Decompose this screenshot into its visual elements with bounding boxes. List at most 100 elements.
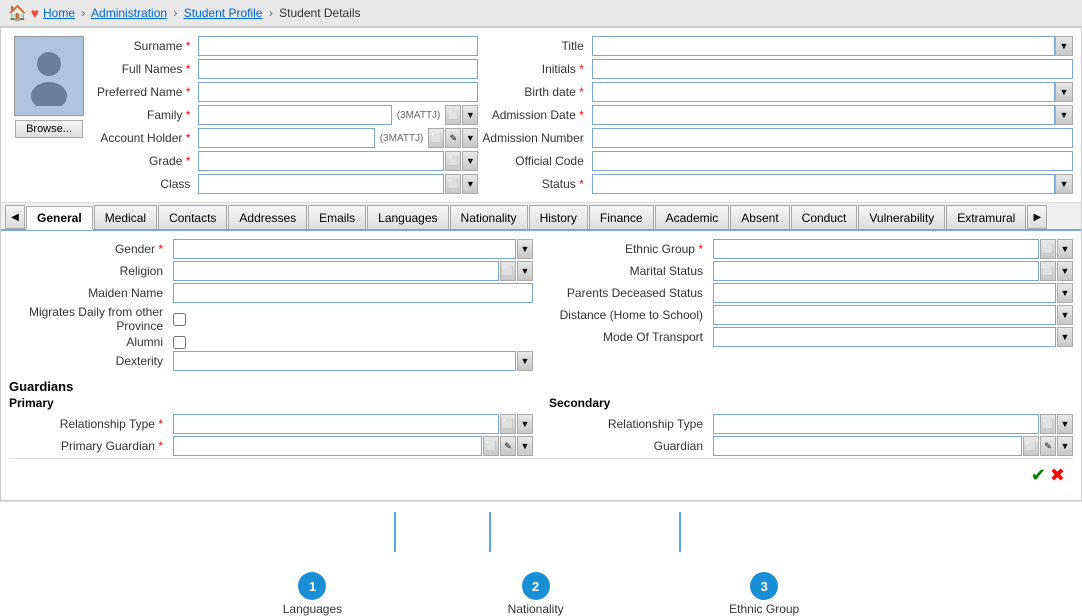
title-field[interactable]: ▼: [592, 36, 1073, 56]
breadcrumb-profile[interactable]: Student Profile: [184, 6, 263, 20]
transport-field[interactable]: ▼: [713, 327, 1073, 347]
tab-conduct[interactable]: Conduct: [791, 205, 858, 229]
distance-dropdown-btn[interactable]: ▼: [1057, 305, 1073, 325]
dexterity-field[interactable]: ▼: [173, 351, 533, 371]
religion-lookup-btn[interactable]: ⬜: [500, 261, 516, 281]
initials-input[interactable]: JH: [592, 59, 1073, 79]
accholder-field[interactable]: (3MATTJ) ⬜ ✎ ▼: [198, 128, 478, 148]
tab-extramural[interactable]: Extramural: [946, 205, 1026, 229]
title-input[interactable]: [592, 36, 1055, 56]
birthdate-input[interactable]: /07/26: [592, 82, 1055, 102]
status-dropdown-btn[interactable]: ▼: [1055, 174, 1073, 194]
accholder-lookup-btn[interactable]: ⬜: [428, 128, 444, 148]
dexterity-input[interactable]: [173, 351, 516, 371]
preferred-field[interactable]: JOHN: [198, 82, 478, 102]
status-input[interactable]: Enrolled: [592, 174, 1055, 194]
tab-medical[interactable]: Medical: [94, 205, 157, 229]
guardian2-input[interactable]: VA: [713, 436, 1022, 456]
status-field[interactable]: Enrolled ▼: [592, 174, 1073, 194]
initials-field[interactable]: JH: [592, 59, 1073, 79]
primary-guardian-input[interactable]: MA: [173, 436, 482, 456]
guardian2-edit-btn[interactable]: ✎: [1040, 436, 1056, 456]
religion-input[interactable]: [173, 261, 499, 281]
reltype2-dropdown-btn[interactable]: ▼: [1057, 414, 1073, 434]
surname-input[interactable]: M: [198, 36, 478, 56]
tab-vulnerability[interactable]: Vulnerability: [858, 205, 945, 229]
breadcrumb-admin[interactable]: Administration: [91, 6, 167, 20]
distance-input[interactable]: [713, 305, 1056, 325]
reltype2-lookup-btn[interactable]: ⬜: [1040, 414, 1056, 434]
primary-guardian-field[interactable]: MA ⬜ ✎ ▼: [173, 436, 533, 456]
class-lookup-btn[interactable]: ⬜: [445, 174, 461, 194]
tab-languages[interactable]: Languages: [367, 205, 448, 229]
maiden-field[interactable]: [173, 283, 533, 303]
marital-lookup-btn[interactable]: ⬜: [1040, 261, 1056, 281]
fullnames-field[interactable]: [198, 59, 478, 79]
browse-button[interactable]: Browse...: [15, 120, 83, 138]
reltype-input[interactable]: FATHER: [173, 414, 499, 434]
cancel-button[interactable]: ✖: [1050, 465, 1065, 486]
reltype-field[interactable]: FATHER ⬜ ▼: [173, 414, 533, 434]
parents-dec-input[interactable]: [713, 283, 1056, 303]
breadcrumb-home[interactable]: Home: [43, 6, 75, 20]
grade-dropdown-btn[interactable]: ▼: [462, 151, 478, 171]
admnum-input[interactable]: [592, 128, 1073, 148]
birthdate-field[interactable]: /07/26 ▼: [592, 82, 1073, 102]
tab-absent[interactable]: Absent: [730, 205, 789, 229]
primary-guardian-lookup-btn[interactable]: ⬜: [483, 436, 499, 456]
reltype2-field[interactable]: MOTHER ⬜ ▼: [713, 414, 1073, 434]
ethnic-input[interactable]: [713, 239, 1039, 259]
marital-input[interactable]: N/A: [713, 261, 1039, 281]
alumni-field[interactable]: [173, 336, 533, 349]
tab-next-btn[interactable]: ▶: [1027, 205, 1047, 229]
gender-input[interactable]: Male: [173, 239, 516, 259]
distance-field[interactable]: ▼: [713, 305, 1073, 325]
parents-dec-dropdown-btn[interactable]: ▼: [1057, 283, 1073, 303]
accholder-edit-btn[interactable]: ✎: [445, 128, 461, 148]
accholder-dropdown-btn[interactable]: ▼: [462, 128, 478, 148]
religion-dropdown-btn[interactable]: ▼: [517, 261, 533, 281]
officialcode-field[interactable]: [592, 151, 1073, 171]
marital-dropdown-btn[interactable]: ▼: [1057, 261, 1073, 281]
grade-input[interactable]: GRADE 7: [198, 151, 444, 171]
marital-field[interactable]: N/A ⬜ ▼: [713, 261, 1073, 281]
gender-field[interactable]: Male ▼: [173, 239, 533, 259]
alumni-checkbox[interactable]: [173, 336, 186, 349]
dexterity-dropdown-btn[interactable]: ▼: [517, 351, 533, 371]
ethnic-lookup-btn[interactable]: ⬜: [1040, 239, 1056, 259]
maiden-input[interactable]: [173, 283, 533, 303]
migrates-checkbox[interactable]: [173, 313, 186, 326]
reltype-dropdown-btn[interactable]: ▼: [517, 414, 533, 434]
tab-nationality[interactable]: Nationality: [450, 205, 528, 229]
tab-addresses[interactable]: Addresses: [228, 205, 307, 229]
tab-history[interactable]: History: [529, 205, 588, 229]
admdate-input[interactable]: /01/13: [592, 105, 1055, 125]
birthdate-dropdown-btn[interactable]: ▼: [1055, 82, 1073, 102]
grade-field[interactable]: GRADE 7 ⬜ ▼: [198, 151, 478, 171]
tab-prev-btn[interactable]: ◀: [5, 205, 25, 229]
admdate-dropdown-btn[interactable]: ▼: [1055, 105, 1073, 125]
ethnic-dropdown-btn[interactable]: ▼: [1057, 239, 1073, 259]
migrates-field[interactable]: [173, 313, 533, 326]
fullnames-input[interactable]: [198, 59, 478, 79]
class-field[interactable]: GR 7C ⬜ ▼: [198, 174, 478, 194]
ethnic-field[interactable]: ⬜ ▼: [713, 239, 1073, 259]
grade-lookup-btn[interactable]: ⬜: [445, 151, 461, 171]
tab-emails[interactable]: Emails: [308, 205, 366, 229]
class-dropdown-btn[interactable]: ▼: [462, 174, 478, 194]
surname-field[interactable]: M: [198, 36, 478, 56]
gender-dropdown-btn[interactable]: ▼: [517, 239, 533, 259]
admnum-field[interactable]: [592, 128, 1073, 148]
reltype-lookup-btn[interactable]: ⬜: [500, 414, 516, 434]
tab-academic[interactable]: Academic: [655, 205, 730, 229]
primary-guardian-dropdown-btn[interactable]: ▼: [517, 436, 533, 456]
primary-guardian-edit-btn[interactable]: ✎: [500, 436, 516, 456]
family-lookup-btn[interactable]: ⬜: [445, 105, 461, 125]
officialcode-input[interactable]: [592, 151, 1073, 171]
guardian2-lookup-btn[interactable]: ⬜: [1023, 436, 1039, 456]
tab-finance[interactable]: Finance: [589, 205, 654, 229]
guardian2-dropdown-btn[interactable]: ▼: [1057, 436, 1073, 456]
confirm-button[interactable]: ✔: [1031, 465, 1046, 486]
class-input[interactable]: GR 7C: [198, 174, 444, 194]
accholder-input[interactable]: [198, 128, 374, 148]
